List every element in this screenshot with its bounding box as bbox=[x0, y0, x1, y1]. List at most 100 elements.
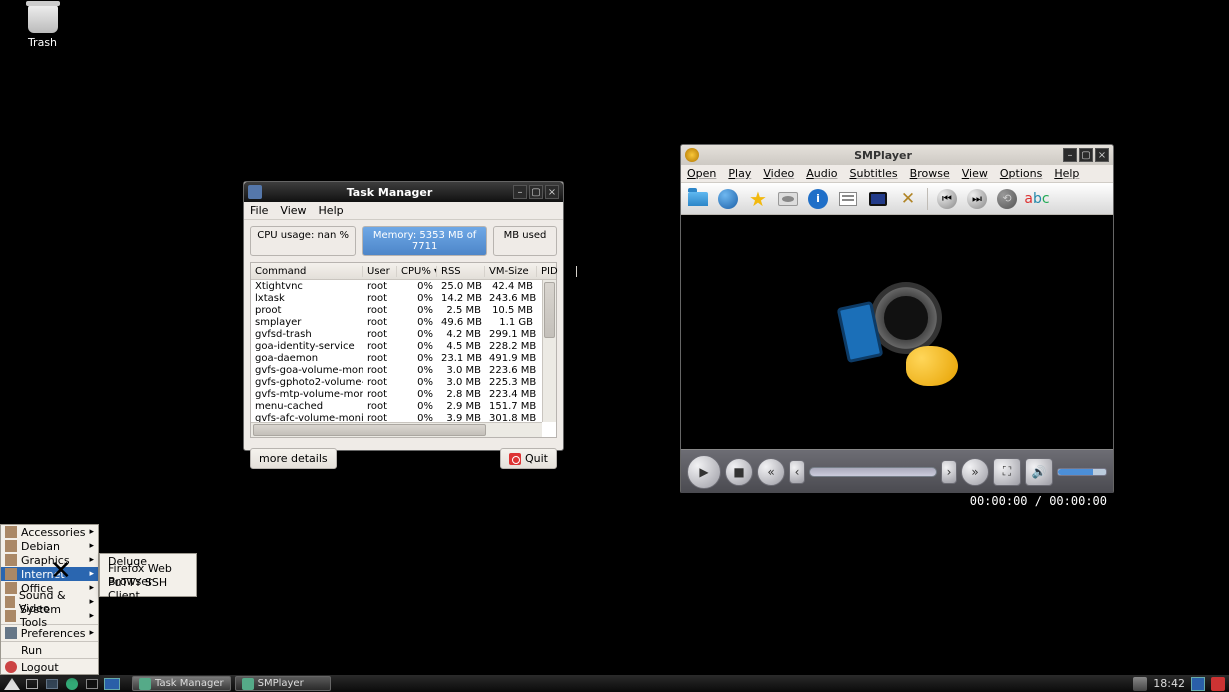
tray-monitor-icon[interactable] bbox=[1191, 677, 1205, 691]
horizontal-scrollbar[interactable] bbox=[251, 422, 542, 437]
next-track-icon[interactable]: ⏭ bbox=[966, 188, 988, 210]
open-url-icon[interactable] bbox=[717, 188, 739, 210]
vertical-scrollbar[interactable] bbox=[542, 280, 556, 422]
table-row[interactable]: gvfsd-trashroot0%4.2 MB299.1 MB14735 bbox=[251, 328, 556, 340]
menu-item-internet[interactable]: Internet▸ bbox=[1, 567, 98, 581]
table-row[interactable]: prootroot0%2.5 MB10.5 MB13794 bbox=[251, 304, 556, 316]
step-fwd-button[interactable]: › bbox=[941, 460, 957, 484]
step-back-button[interactable]: ‹ bbox=[789, 460, 805, 484]
rewind-button[interactable]: « bbox=[757, 458, 785, 486]
gear-icon bbox=[5, 627, 17, 639]
minimize-button[interactable]: – bbox=[1063, 148, 1077, 162]
menu-view[interactable]: View bbox=[962, 167, 988, 180]
minimize-button[interactable]: – bbox=[513, 185, 527, 199]
open-file-icon[interactable] bbox=[687, 188, 709, 210]
start-button[interactable] bbox=[4, 677, 20, 691]
table-row[interactable]: gvfs-mtp-volume-monitorroot0%2.8 MB223.4… bbox=[251, 388, 556, 400]
table-row[interactable]: gvfs-goa-volume-monitorroot0%3.0 MB223.6… bbox=[251, 364, 556, 376]
category-icon bbox=[5, 540, 17, 552]
play-button[interactable]: ▶ bbox=[687, 455, 721, 489]
col-user[interactable]: User bbox=[363, 266, 397, 277]
close-button[interactable]: × bbox=[1095, 148, 1109, 162]
start-menu: Accessories▸Debian▸Graphics▸Internet▸Off… bbox=[0, 524, 99, 675]
menu-item-graphics[interactable]: Graphics▸ bbox=[1, 553, 98, 567]
col-command[interactable]: Command bbox=[251, 266, 363, 277]
menu-item-run[interactable]: Run bbox=[1, 643, 98, 657]
fullscreen-button[interactable]: ⛶ bbox=[993, 458, 1021, 486]
menu-item-logout[interactable]: Logout bbox=[1, 660, 98, 674]
preferences-icon[interactable]: ✕ bbox=[897, 188, 919, 210]
menu-item-system-tools[interactable]: System Tools▸ bbox=[1, 609, 98, 623]
menu-audio[interactable]: Audio bbox=[806, 167, 837, 180]
menu-video[interactable]: Video bbox=[763, 167, 794, 180]
table-row[interactable]: goa-identity-serviceroot0%4.5 MB228.2 MB… bbox=[251, 340, 556, 352]
menu-item-accessories[interactable]: Accessories▸ bbox=[1, 525, 98, 539]
quit-icon bbox=[509, 453, 521, 465]
memory-unused-box: MB used bbox=[493, 226, 557, 256]
category-icon bbox=[5, 554, 17, 566]
menu-item-preferences[interactable]: Preferences▸ bbox=[1, 626, 98, 640]
menu-item-debian[interactable]: Debian▸ bbox=[1, 539, 98, 553]
submenu-item-putty-ssh-client[interactable]: PuTTY SSH Client bbox=[100, 582, 196, 596]
stop-button[interactable]: ■ bbox=[725, 458, 753, 486]
close-button[interactable]: × bbox=[545, 185, 559, 199]
pager-icon[interactable] bbox=[104, 677, 120, 691]
screenshot-icon[interactable] bbox=[777, 188, 799, 210]
repeat-icon[interactable]: ⟲ bbox=[996, 188, 1018, 210]
titlebar-smplayer[interactable]: SMPlayer – ▢ × bbox=[681, 145, 1113, 165]
desktop-icon-trash[interactable]: Trash bbox=[15, 5, 70, 49]
menu-open[interactable]: Open bbox=[687, 167, 716, 180]
menu-file[interactable]: File bbox=[250, 204, 268, 217]
trash-label: Trash bbox=[15, 36, 70, 49]
table-row[interactable]: lxtaskroot0%14.2 MB243.6 MB14971 bbox=[251, 292, 556, 304]
col-pid[interactable]: PID bbox=[537, 266, 577, 277]
taskbar-task-smplayer[interactable]: SMPlayer bbox=[235, 676, 331, 691]
col-vmsize[interactable]: VM-Size bbox=[485, 266, 537, 277]
info-icon[interactable]: i bbox=[807, 188, 829, 210]
maximize-button[interactable]: ▢ bbox=[529, 185, 543, 199]
tray-power-icon[interactable] bbox=[1211, 677, 1225, 691]
logout-icon bbox=[5, 661, 17, 673]
menu-options[interactable]: Options bbox=[1000, 167, 1042, 180]
seek-bar[interactable] bbox=[809, 467, 937, 477]
quit-button[interactable]: Quit bbox=[500, 448, 557, 469]
menu-subtitles[interactable]: Subtitles bbox=[849, 167, 897, 180]
clock[interactable]: 18:42 bbox=[1153, 677, 1185, 690]
col-cpu[interactable]: CPU% ▾ bbox=[397, 266, 437, 277]
menu-help[interactable]: Help bbox=[319, 204, 344, 217]
menu-help[interactable]: Help bbox=[1054, 167, 1079, 180]
forward-button[interactable]: » bbox=[961, 458, 989, 486]
scrollbar-thumb[interactable] bbox=[253, 424, 486, 436]
time-display: 00:00:00 / 00:00:00 bbox=[681, 493, 1113, 511]
maximize-button[interactable]: ▢ bbox=[1079, 148, 1093, 162]
scrollbar-thumb[interactable] bbox=[544, 282, 555, 338]
playlist-icon[interactable] bbox=[837, 188, 859, 210]
table-row[interactable]: menu-cachedroot0%2.9 MB151.7 MB14697 bbox=[251, 400, 556, 412]
table-row[interactable]: gvfs-gphoto2-volume-monitorroot0%3.0 MB2… bbox=[251, 376, 556, 388]
table-row[interactable]: smplayerroot0%49.6 MB1.1 GB14979 bbox=[251, 316, 556, 328]
tv-icon[interactable] bbox=[867, 188, 889, 210]
show-desktop-icon[interactable] bbox=[24, 677, 40, 691]
table-row[interactable]: gvfs-afc-volume-monitorroot0%3.9 MB301.8… bbox=[251, 412, 556, 422]
mute-button[interactable]: 🔊 bbox=[1025, 458, 1053, 486]
window-smplayer: SMPlayer – ▢ × Open Play Video Audio Sub… bbox=[680, 144, 1114, 494]
taskbar-task-task-manager[interactable]: Task Manager bbox=[132, 676, 231, 691]
prev-track-icon[interactable]: ⏮ bbox=[936, 188, 958, 210]
subtitle-search-icon[interactable]: abc bbox=[1026, 188, 1048, 210]
volume-slider[interactable] bbox=[1057, 468, 1107, 476]
menu-view[interactable]: View bbox=[280, 204, 306, 217]
more-details-button[interactable]: more details bbox=[250, 448, 337, 469]
terminal-launcher-icon[interactable] bbox=[84, 677, 100, 691]
col-rss[interactable]: RSS bbox=[437, 266, 485, 277]
task-icon bbox=[242, 678, 254, 690]
file-manager-icon[interactable] bbox=[44, 677, 60, 691]
menu-play[interactable]: Play bbox=[728, 167, 751, 180]
menu-browse[interactable]: Browse bbox=[910, 167, 950, 180]
favorites-icon[interactable]: ★ bbox=[747, 188, 769, 210]
tray-volume-icon[interactable] bbox=[1133, 677, 1147, 691]
browser-launcher-icon[interactable] bbox=[64, 677, 80, 691]
titlebar-task-manager[interactable]: Task Manager – ▢ × bbox=[244, 182, 563, 202]
table-row[interactable]: Xtightvncroot0%25.0 MB42.4 MB14162 bbox=[251, 280, 556, 292]
table-row[interactable]: goa-daemonroot0%23.1 MB491.9 MB14722 bbox=[251, 352, 556, 364]
video-canvas[interactable] bbox=[681, 215, 1113, 449]
